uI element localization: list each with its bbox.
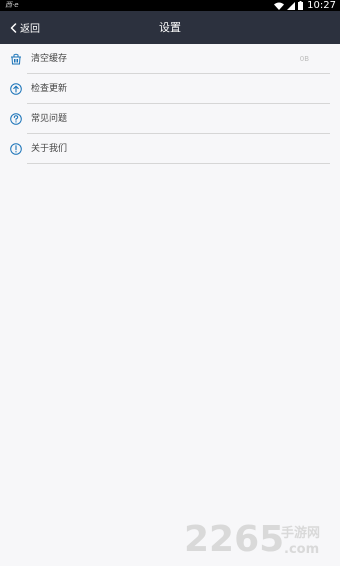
status-right-group: 10:27 [274,0,336,11]
settings-item-check-update[interactable]: 检查更新 [0,74,340,104]
update-arrow-icon [10,83,22,95]
clean-cache-icon [11,53,21,65]
status-time: 10:27 [307,0,336,11]
status-bar: 西·e 10:27 [0,0,340,11]
settings-item-clear-cache[interactable]: 清空缓存 0B [0,44,340,74]
watermark-domain: .com [284,542,319,557]
settings-item-faq[interactable]: 常见问题 [0,104,340,134]
status-icons [274,1,304,10]
signal-icon [287,1,296,10]
watermark-chinese: 手游网 [281,525,320,541]
settings-item-label: 关于我们 [31,144,68,154]
question-icon [10,113,22,125]
back-button[interactable]: 返回 [10,11,40,44]
wifi-icon [274,2,285,10]
app-header: 返回 设置 [0,11,340,44]
settings-list: 清空缓存 0B 检查更新 常见问题 关于我们 [0,44,340,164]
site-watermark-logo: 2265 手游网 .com [184,519,320,559]
divider [27,163,330,164]
battery-icon [298,1,304,10]
chevron-left-icon [10,22,17,33]
info-icon [10,143,22,155]
settings-item-label: 常见问题 [31,114,68,124]
settings-item-label: 检查更新 [31,84,68,94]
cache-size-value: 0B [299,55,309,63]
settings-item-label: 清空缓存 [31,54,68,64]
status-carrier-text: 西·e [5,1,19,9]
back-label: 返回 [20,24,40,35]
watermark-number: 2265 [184,519,284,559]
page-title: 设置 [159,21,181,34]
settings-item-about[interactable]: 关于我们 [0,134,340,164]
